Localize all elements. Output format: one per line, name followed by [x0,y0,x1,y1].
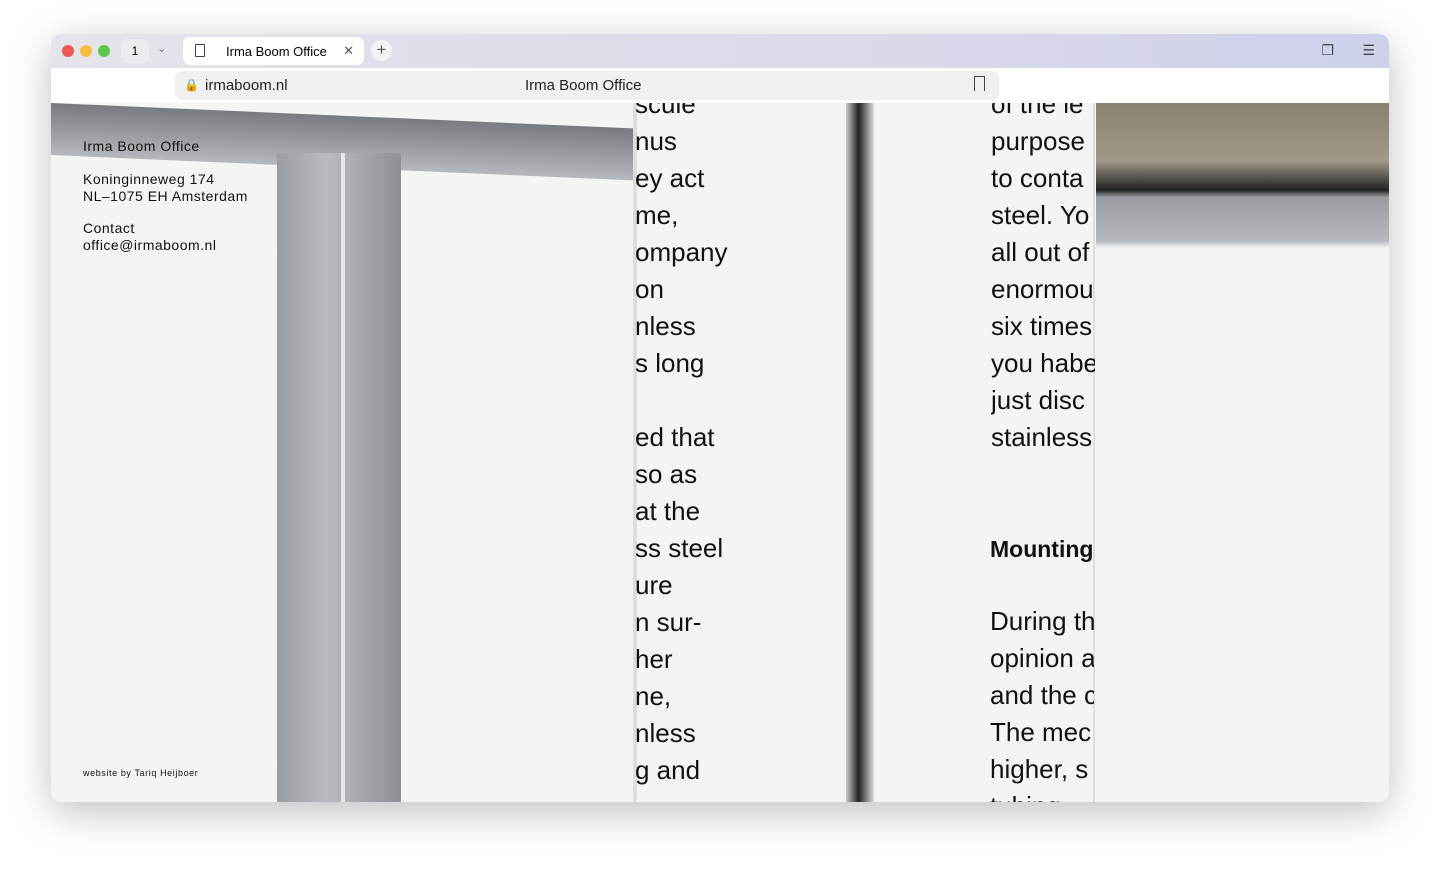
url-text: irmaboom.nl [205,77,288,94]
page-title: Irma Boom Office [525,77,642,94]
tab-title: Irma Boom Office [226,44,327,59]
photo-text-column-1: scule nus ey act me, ompany on nless s l… [635,103,728,785]
tab-count-button[interactable]: 1 [121,39,149,63]
bookmarks-icon[interactable]: ❐ [1321,42,1334,59]
photo-text-column-3: During th opinion a and the c The mec hi… [990,606,1094,802]
maximize-window-button[interactable] [98,45,110,57]
site-name[interactable]: Irma Boom Office [83,138,200,155]
bookmark-icon[interactable] [974,76,985,91]
photo-text-column-2: of the le purpose to conta steel. Yo all… [991,103,1095,452]
close-window-button[interactable] [62,45,74,57]
photo-heading: Mounting [990,536,1094,562]
contact-label: Contact [83,220,135,236]
lock-icon: 🔒 [184,78,199,92]
address-line-2: NL–1075 EH Amsterdam [83,188,248,204]
new-tab-button[interactable]: + [371,40,392,61]
chevron-down-icon[interactable]: ⌄ [157,42,166,55]
minimize-window-button[interactable] [80,45,92,57]
credit-link[interactable]: website by Tariq Heijboer [83,768,198,778]
url-field[interactable]: 🔒 irmaboom.nl Irma Boom Office [175,71,999,100]
address-line-1: Koninginneweg 174 [83,171,215,187]
address-bar: 🔒 irmaboom.nl Irma Boom Office [51,68,1389,103]
tab-irma-boom[interactable]: Irma Boom Office ✕ [183,37,364,65]
email-link[interactable]: office@irmaboom.nl [83,237,216,254]
menu-icon[interactable]: ☰ [1362,42,1375,59]
browser-window: 1 ⌄ Irma Boom Office ✕ + ❐ ☰ 🔒 irmaboom.… [51,34,1389,802]
page-content: scule nus ey act me, ompany on nless s l… [51,103,1389,802]
title-bar: 1 ⌄ Irma Boom Office ✕ + ❐ ☰ [51,34,1389,68]
close-tab-icon[interactable]: ✕ [343,43,354,59]
document-icon [195,44,205,57]
